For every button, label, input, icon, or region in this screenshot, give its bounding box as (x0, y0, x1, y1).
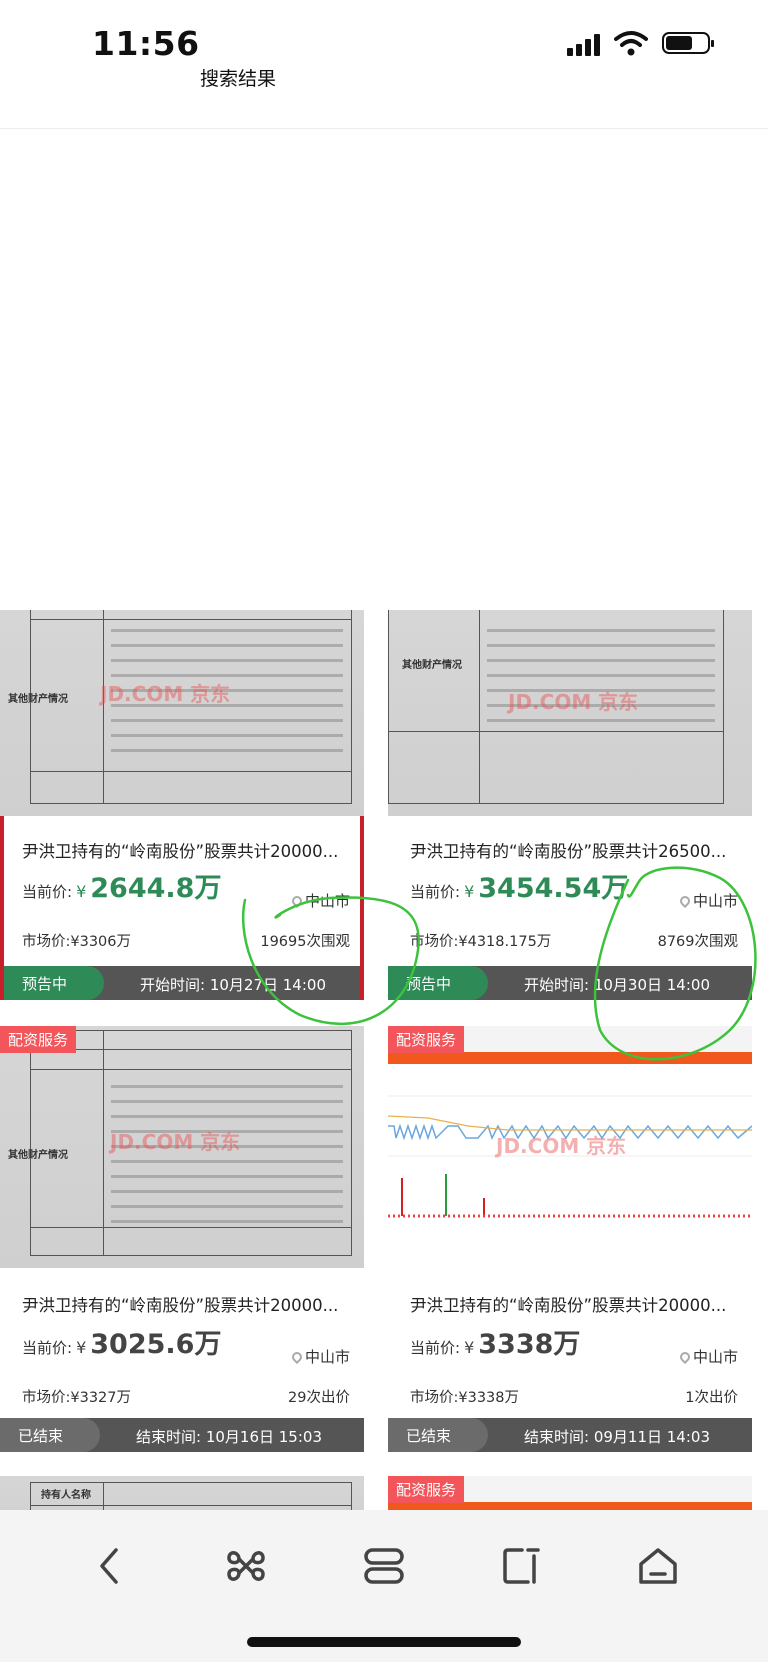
tabs-button[interactable] (356, 1538, 412, 1594)
auction-card[interactable]: 其他财产情况 JD.COM 京东 尹洪卫持有的“岭南股份”股票共计20000..… (0, 610, 364, 1000)
watermark: JD.COM 京东 (110, 1130, 241, 1154)
home-indicator[interactable] (247, 1637, 521, 1647)
page-title: 搜索结果 (200, 68, 277, 90)
card-thumbnail: 其他财产情况 JD.COM 京东 (0, 610, 364, 816)
clock: 11:56 (92, 24, 200, 63)
card-title[interactable]: 尹洪卫持有的“岭南股份”股票共计20000... (22, 838, 350, 862)
card-thumbnail: 持有人名称 (0, 1476, 364, 1510)
home-button[interactable] (630, 1538, 686, 1594)
home-icon (639, 1548, 677, 1584)
command-icon (227, 1551, 265, 1581)
current-price: 3338万 (478, 1329, 581, 1360)
auction-status-bar: 已结束 结束时间: 09月11日 14:03 (388, 1418, 752, 1452)
auction-card[interactable]: 持有人名称 (0, 1476, 364, 1510)
card-thumbnail: 其他财产情况 JD.COM 京东 (0, 1026, 364, 1268)
current-price: 2644.8万 (90, 873, 222, 904)
location-pin-icon (677, 1349, 693, 1364)
card-title[interactable]: 尹洪卫持有的“岭南股份”股票共计20000... (22, 1292, 350, 1316)
auction-time: 结束时间: 09月11日 14:03 (524, 1428, 710, 1446)
location: 中山市 (677, 890, 738, 911)
auction-card[interactable]: 配资服务 JD.COM 京东 尹洪卫持有的“岭南股份”股票共计20000... (388, 1026, 752, 1452)
apps-button[interactable] (218, 1538, 274, 1594)
view-count: 19695次围观 (260, 934, 350, 950)
market-price: 市场价:¥3338万 (410, 1390, 520, 1406)
market-price: 市场价:¥4318.175万 (410, 934, 552, 950)
stock-chart-image: JD.COM 京东 (388, 1026, 752, 1268)
location-pin-icon (289, 893, 305, 908)
service-tag: 配资服务 (388, 1476, 465, 1503)
bottom-toolbar (0, 1510, 768, 1662)
results-grid[interactable]: 其他财产情况 JD.COM 京东 尹洪卫持有的“岭南股份”股票共计20000..… (0, 610, 768, 1510)
card-title[interactable]: 尹洪卫持有的“岭南股份”股票共计20000... (410, 1292, 738, 1316)
status-badge: 已结束 (0, 1418, 100, 1452)
status-badge: 预告中 (4, 966, 104, 1000)
location: 中山市 (677, 1346, 738, 1367)
auction-status-bar: 已结束 结束时间: 10月16日 15:03 (0, 1418, 364, 1452)
status-icons (567, 30, 714, 56)
market-price: 市场价:¥3327万 (22, 1390, 132, 1406)
watermark: JD.COM 京东 (496, 1134, 627, 1158)
service-tag: 配资服务 (0, 1026, 77, 1053)
view-count: 8769次围观 (657, 934, 738, 950)
status-badge: 已结束 (388, 1418, 488, 1452)
status-bar: 11:56 (0, 0, 768, 70)
watermark: JD.COM 京东 (508, 690, 639, 714)
location: 中山市 (289, 1346, 350, 1367)
location: 中山市 (289, 890, 350, 911)
current-price: 3454.54万 (478, 873, 629, 904)
card-thumbnail: 其他财产情况 JD.COM 京东 (388, 610, 752, 816)
location-pin-icon (677, 893, 693, 908)
share-icon (503, 1548, 540, 1584)
service-tag: 配资服务 (388, 1026, 465, 1053)
card-title[interactable]: 尹洪卫持有的“岭南股份”股票共计26500... (410, 838, 738, 862)
cellular-signal-icon (567, 30, 600, 56)
location-pin-icon (289, 1349, 305, 1364)
auction-card[interactable]: 其他财产情况 JD.COM 京东 尹洪卫持有的“岭南股份”股票共计26500..… (388, 610, 752, 1000)
share-button[interactable] (494, 1538, 550, 1594)
back-button[interactable] (82, 1538, 138, 1594)
tabs-icon (364, 1548, 404, 1584)
auction-status-bar: 预告中 开始时间: 10月27日 14:00 (4, 966, 360, 1000)
current-price: 3025.6万 (90, 1329, 222, 1360)
card-thumbnail: JD.COM 京东 (388, 1026, 752, 1268)
wifi-icon (614, 31, 648, 56)
auction-card[interactable]: 配资服务 (388, 1476, 752, 1510)
battery-icon (662, 32, 714, 54)
auction-card[interactable]: 配资服务 其他财产情况 JD.COM 京东 尹洪卫持有的“岭南股份”股票共计20… (0, 1026, 364, 1452)
bid-count: 1次出价 (685, 1390, 738, 1406)
status-badge: 预告中 (388, 966, 488, 1000)
bid-count: 29次出价 (288, 1390, 350, 1406)
auction-time: 开始时间: 10月30日 14:00 (524, 976, 710, 994)
market-price: 市场价:¥3306万 (22, 934, 132, 950)
header-divider (0, 128, 768, 129)
watermark: JD.COM 京东 (100, 682, 231, 706)
back-icon (100, 1548, 118, 1584)
auction-time: 结束时间: 10月16日 15:03 (136, 1428, 322, 1446)
auction-status-bar: 预告中 开始时间: 10月30日 14:00 (388, 966, 752, 1000)
auction-time: 开始时间: 10月27日 14:00 (140, 976, 326, 994)
